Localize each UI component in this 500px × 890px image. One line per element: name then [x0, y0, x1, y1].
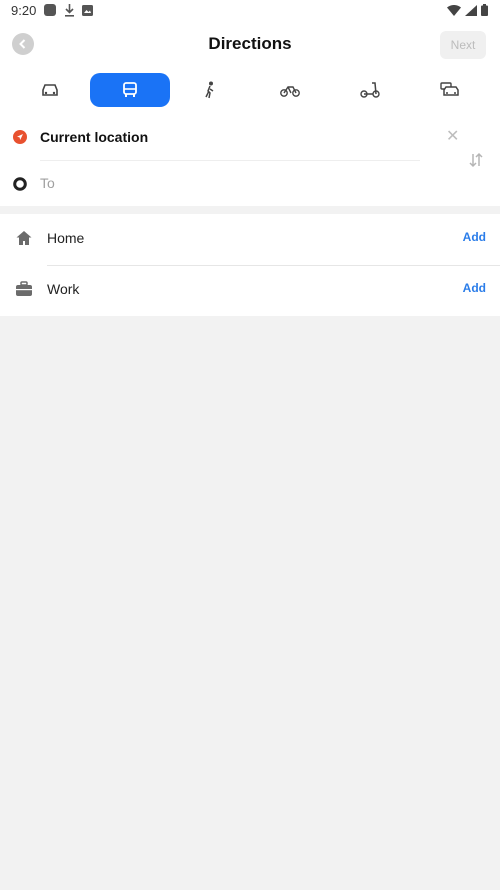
mode-car-tab[interactable]: [10, 73, 90, 107]
origin-value: Current location: [40, 129, 149, 145]
mode-walk-tab[interactable]: [170, 73, 250, 107]
next-button[interactable]: Next: [440, 31, 486, 59]
wifi-icon: [447, 4, 461, 19]
download-icon: [64, 4, 75, 20]
car-icon: [42, 84, 58, 96]
list-item-home[interactable]: Home Add: [0, 214, 500, 266]
swap-route-icon[interactable]: [468, 152, 484, 173]
current-location-icon: [13, 130, 27, 149]
status-time: 9:20: [11, 3, 37, 18]
image-notification-icon: [82, 4, 93, 19]
home-icon: [15, 229, 33, 247]
mode-taxi-tab[interactable]: [410, 73, 490, 107]
bike-icon: [280, 86, 300, 97]
page-title: Directions: [208, 34, 292, 53]
list-item-work[interactable]: Work Add: [0, 265, 500, 316]
destination-field[interactable]: To: [0, 160, 460, 206]
add-home-button[interactable]: Add: [463, 230, 486, 244]
mode-scooter-tab[interactable]: [330, 73, 410, 107]
status-right-icons: [447, 4, 488, 19]
mode-bike-tab[interactable]: [250, 73, 330, 107]
status-bar: 9:20: [0, 0, 500, 22]
signal-icon: [465, 4, 477, 19]
place-label-work: Work: [47, 281, 80, 297]
section-gap: [0, 206, 500, 214]
place-label-home: Home: [47, 230, 85, 246]
app-notification-icon: [44, 4, 56, 19]
route-inputs: Current location ✕ To: [0, 114, 500, 206]
destination-marker-icon: [13, 177, 27, 196]
transport-mode-selector: [0, 68, 500, 114]
add-work-button[interactable]: Add: [463, 281, 486, 295]
clear-origin-icon[interactable]: ✕: [446, 126, 459, 146]
bus-icon: [123, 82, 137, 97]
saved-places-list: Home Add Work Add: [0, 214, 500, 316]
briefcase-icon: [15, 280, 33, 298]
taxi-icon: [440, 82, 459, 96]
walk-icon: [205, 81, 214, 99]
origin-field[interactable]: Current location ✕: [0, 114, 460, 161]
mode-transit-tab[interactable]: [90, 73, 170, 107]
battery-icon: [481, 4, 488, 19]
destination-placeholder: To: [40, 175, 55, 191]
top-bar: Directions Next: [0, 22, 500, 68]
scooter-icon: [360, 82, 380, 98]
